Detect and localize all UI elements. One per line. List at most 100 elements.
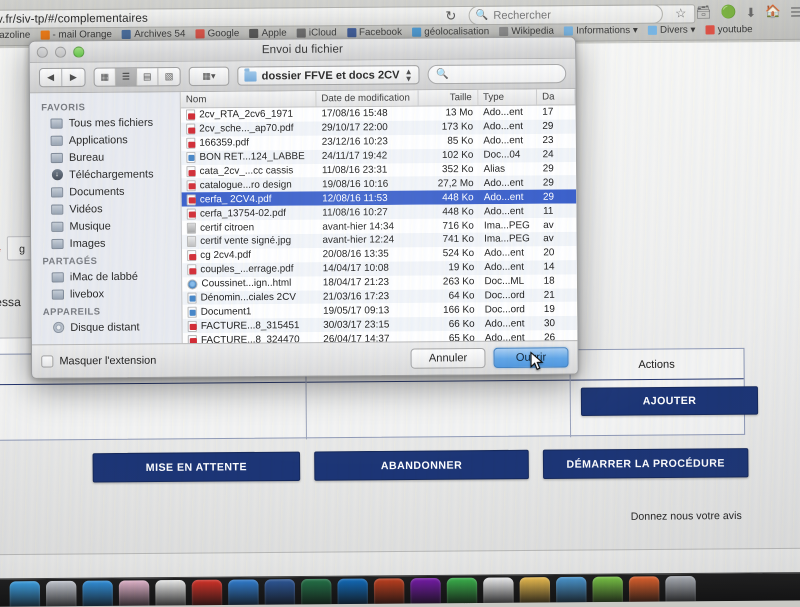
bookmark-label: - mail Orange bbox=[52, 29, 112, 41]
sidebar-item-label: Vidéos bbox=[69, 202, 103, 216]
start-procedure-button[interactable]: DÉMARRER LA PROCÉDURE bbox=[542, 448, 749, 480]
bookmark-4[interactable]: Apple bbox=[249, 28, 287, 39]
coverflow-view-icon[interactable]: ▧ bbox=[158, 68, 179, 85]
mail-icon[interactable] bbox=[556, 576, 587, 607]
bookmark-6[interactable]: Facebook bbox=[346, 26, 403, 39]
file-name-cell: certif citroen bbox=[182, 221, 318, 234]
hide-extension-checkbox-wrap[interactable]: Masquer l'extension bbox=[41, 355, 156, 368]
star-icon[interactable]: ☆ bbox=[675, 5, 686, 20]
sidebar-item-images[interactable]: Images bbox=[31, 234, 181, 252]
menu-icon[interactable]: ☰ bbox=[790, 4, 800, 19]
file-type-cell: Doc...ord bbox=[484, 303, 525, 316]
bookmark-label: Facebook bbox=[358, 26, 403, 39]
bookmark-1[interactable]: - mail Orange bbox=[40, 29, 112, 41]
bookmark-11[interactable]: youtube bbox=[705, 24, 753, 36]
icon-view-icon[interactable]: ▦ bbox=[94, 68, 116, 86]
trash-icon[interactable] bbox=[665, 575, 696, 607]
cancel-button[interactable]: Annuler bbox=[410, 347, 486, 369]
sidebar-item-bureau[interactable]: Bureau bbox=[30, 148, 180, 166]
file-added-cell: 19 bbox=[543, 303, 555, 315]
sidebar-item-t-l-chargements[interactable]: ↓ Téléchargements bbox=[31, 165, 181, 183]
word-icon[interactable] bbox=[264, 579, 296, 607]
finder-icon[interactable] bbox=[9, 581, 41, 607]
firefox-icon[interactable] bbox=[628, 576, 660, 607]
file-size-cell: 13 Mo bbox=[445, 107, 474, 119]
current-folder-label: dossier FFVE et docs 2CV bbox=[261, 68, 400, 82]
file-type-cell: Ado...ent bbox=[483, 121, 523, 133]
open-button[interactable]: Ouvrir bbox=[493, 347, 569, 369]
pocket-icon[interactable]: 🟢 bbox=[721, 5, 737, 20]
zoom-button[interactable] bbox=[73, 46, 85, 58]
sidebar-item-vid-os[interactable]: Vidéos bbox=[31, 200, 181, 218]
column-view-icon[interactable]: ▤ bbox=[137, 68, 159, 86]
hide-extension-checkbox[interactable] bbox=[41, 355, 54, 368]
sidebar-group-favoris: FAVORIS bbox=[41, 102, 86, 113]
hold-button[interactable]: MISE EN ATTENTE bbox=[92, 451, 301, 483]
appstore-icon[interactable] bbox=[228, 579, 259, 607]
back-arrow-icon[interactable]: ◀ bbox=[39, 68, 63, 87]
safari-icon[interactable] bbox=[82, 580, 114, 607]
path-popup-button[interactable]: dossier FFVE et docs 2CV ▲ ▼ bbox=[237, 65, 420, 86]
reading-list-icon[interactable]: 🗃 bbox=[695, 5, 711, 20]
photos-icon[interactable] bbox=[118, 580, 150, 607]
minimize-button[interactable] bbox=[54, 46, 67, 58]
column-header-nom[interactable]: Nom bbox=[180, 91, 317, 108]
maps-icon[interactable] bbox=[592, 576, 624, 607]
powerpoint-icon[interactable] bbox=[373, 578, 405, 607]
feedback-link[interactable]: Donnez nous votre avis bbox=[631, 510, 742, 523]
home-icon[interactable]: 🏠 bbox=[765, 5, 781, 20]
bookmark-9[interactable]: Informations ▾ bbox=[563, 25, 638, 37]
sidebar-item-tous-mes-fichiers[interactable]: Tous mes fichiers bbox=[30, 113, 180, 131]
globe-icon bbox=[412, 27, 422, 37]
excel-icon[interactable] bbox=[300, 578, 332, 607]
pdf-file-icon bbox=[186, 137, 196, 150]
file-list[interactable]: Nom Date de modification Taille Type Da 2cv_… bbox=[180, 89, 578, 344]
file-added-cell: 29 bbox=[542, 121, 554, 133]
sidebar-item-applications[interactable]: Applications bbox=[30, 131, 180, 149]
reload-icon[interactable]: ↻ bbox=[445, 8, 456, 24]
folder-icon bbox=[563, 26, 574, 36]
preview-icon[interactable] bbox=[155, 579, 186, 607]
sidebar-item-documents[interactable]: Documents bbox=[31, 182, 181, 200]
images-icon bbox=[51, 237, 64, 249]
onenote-icon[interactable] bbox=[410, 577, 441, 607]
sidebar-item-imac-de-labb-[interactable]: iMac de labbé bbox=[31, 267, 181, 285]
abandon-button[interactable]: ABANDONNER bbox=[314, 449, 529, 481]
sidebar-item-disque-distant[interactable]: Disque distant bbox=[32, 318, 182, 336]
column-header-da[interactable]: Da bbox=[536, 89, 576, 105]
file-added-cell: 21 bbox=[543, 289, 555, 301]
launchpad-icon[interactable] bbox=[45, 580, 77, 607]
forward-arrow-icon[interactable]: ▶ bbox=[62, 69, 84, 86]
chrome-icon[interactable] bbox=[519, 577, 551, 607]
wifi-icon[interactable] bbox=[483, 577, 514, 607]
sidebar-item-livebox[interactable]: livebox bbox=[32, 285, 182, 303]
bookmark-7[interactable]: géolocalisation bbox=[412, 26, 489, 38]
close-button[interactable] bbox=[36, 46, 48, 58]
bookmark-label: azoline bbox=[0, 29, 31, 42]
doc-file-icon bbox=[187, 306, 197, 318]
file-name-cell: cata_2cv_...cc cassis bbox=[181, 165, 317, 178]
sidebar-item-musique[interactable]: Musique bbox=[31, 217, 181, 235]
download-icon[interactable]: ⬇ bbox=[745, 5, 756, 20]
outlook-icon[interactable] bbox=[337, 578, 369, 607]
list-view-icon[interactable]: ☰ bbox=[115, 68, 138, 86]
bookmark-10[interactable]: Divers ▾ bbox=[647, 24, 695, 36]
icloud-icon bbox=[296, 28, 306, 38]
search-placeholder: Rechercher bbox=[493, 8, 551, 22]
add-document-button[interactable]: AJOUTER bbox=[580, 386, 759, 416]
column-header-date-de-modification[interactable]: Date de modification bbox=[316, 90, 419, 107]
column-header-taille[interactable]: Taille bbox=[418, 89, 478, 106]
sidebar-item-label: Images bbox=[69, 237, 106, 250]
dialog-search-input[interactable]: 🔍 bbox=[427, 63, 567, 85]
column-header-type[interactable]: Type bbox=[477, 89, 538, 106]
bookmark-0[interactable]: azoline bbox=[0, 30, 30, 41]
bookmark-5[interactable]: iCloud bbox=[296, 27, 337, 39]
flash-icon[interactable] bbox=[191, 579, 223, 607]
sidebar-item-label: Disque distant bbox=[70, 320, 140, 334]
messages-icon[interactable] bbox=[446, 577, 478, 607]
bookmark-8[interactable]: Wikipedia bbox=[499, 26, 554, 38]
bookmark-3[interactable]: Google bbox=[195, 28, 239, 39]
bookmark-2[interactable]: Archives 54 bbox=[121, 28, 185, 40]
grid-gear-icon[interactable]: ▦▾ bbox=[190, 68, 229, 86]
sidebar-item-label: Téléchargements bbox=[69, 167, 154, 181]
